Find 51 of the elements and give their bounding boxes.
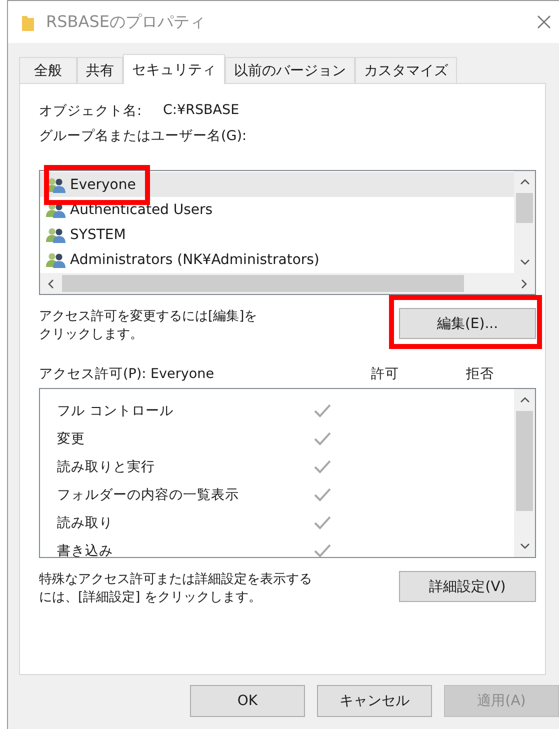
scrollbar-thumb[interactable]	[516, 193, 533, 223]
user-list-item[interactable]: Administrators (NK¥Administrators)	[40, 247, 514, 272]
user-name: SYSTEM	[70, 226, 126, 242]
tab[interactable]: 以前のバージョン	[225, 57, 355, 83]
chevron-right-icon[interactable]	[521, 278, 527, 288]
chevron-down-icon[interactable]	[520, 543, 530, 549]
tab[interactable]: 共有	[77, 57, 123, 83]
edit-hint: アクセス許可を変更するには[編集]を	[39, 308, 258, 326]
vertical-scrollbar[interactable]	[514, 171, 535, 273]
permission-name: 書き込み	[57, 542, 114, 557]
permission-name: フル コントロール	[57, 402, 174, 420]
window-title: RSBASEのプロパティ	[46, 12, 206, 32]
user-name: Everyone	[70, 176, 136, 192]
permission-name: 変更	[57, 430, 86, 448]
user-list-item[interactable]: Everyone	[40, 172, 514, 197]
edit-hint: クリックします。	[39, 326, 144, 344]
chevron-up-icon[interactable]	[520, 179, 530, 185]
object-name-value: C:¥RSBASE	[163, 102, 240, 120]
dialog-button[interactable]: OK	[190, 685, 305, 717]
chevron-down-icon[interactable]	[520, 259, 530, 265]
folder-icon	[22, 14, 34, 30]
advanced-hint: には、[詳細設定] をクリックします。	[39, 589, 262, 607]
permission-name: 読み取りと実行	[57, 458, 156, 476]
permission-name: フォルダーの内容の一覧表示	[57, 486, 240, 504]
column-header: 許可	[371, 365, 400, 384]
users-icon	[46, 252, 66, 268]
close-icon[interactable]	[537, 15, 551, 29]
dialog-button[interactable]: キャンセル	[317, 685, 432, 717]
column-header: 拒否	[466, 365, 495, 384]
user-list-item[interactable]: Authenticated Users	[40, 197, 514, 222]
vertical-scrollbar[interactable]	[514, 389, 535, 557]
advanced-button[interactable]: 詳細設定(V)	[399, 571, 536, 602]
chevron-left-icon[interactable]	[48, 278, 54, 288]
scrollbar-thumb[interactable]	[516, 411, 533, 511]
permission-name: 読み取り	[57, 514, 114, 532]
users-label: グループ名またはユーザー名(G):	[39, 127, 248, 145]
tab[interactable]: セキュリティ	[123, 54, 225, 84]
users-icon	[46, 176, 66, 192]
permissions-label: アクセス許可(P): Everyone	[39, 365, 215, 384]
tab[interactable]: 全般	[19, 57, 77, 83]
tab[interactable]: カスタマイズ	[355, 57, 457, 83]
users-icon	[46, 226, 66, 242]
horizontal-scrollbar[interactable]	[40, 273, 535, 294]
object-name-label: オブジェクト名:	[39, 102, 143, 120]
chevron-up-icon[interactable]	[520, 397, 530, 403]
advanced-hint: 特殊なアクセス許可または詳細設定を表示する	[39, 571, 312, 589]
user-name: Authenticated Users	[70, 202, 213, 218]
user-name: Administrators (NK¥Administrators)	[70, 252, 320, 268]
scrollbar-thumb[interactable]	[62, 275, 464, 292]
edit-button[interactable]: 編集(E)...	[399, 308, 536, 339]
user-list-item[interactable]: SYSTEM	[40, 222, 514, 247]
